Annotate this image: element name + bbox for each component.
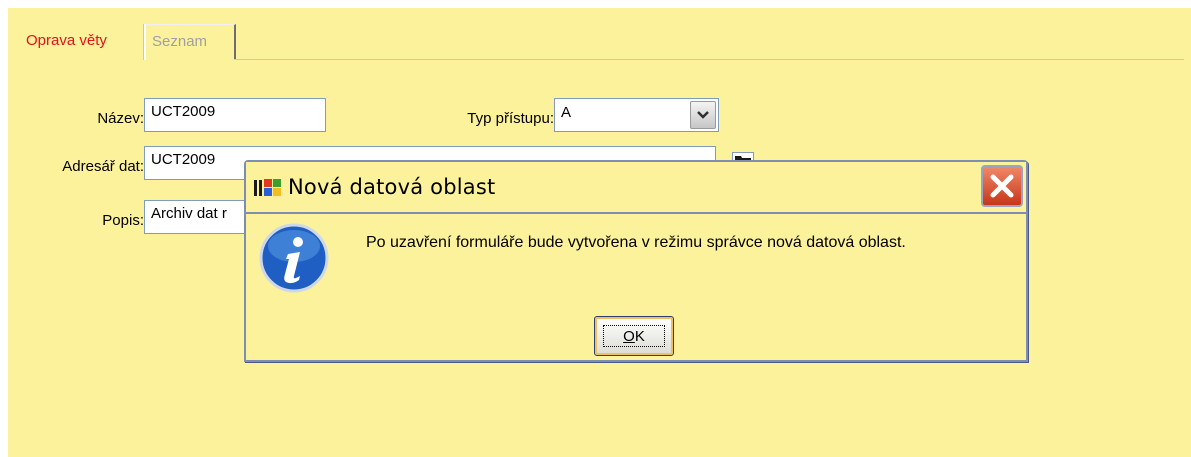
close-button[interactable] — [981, 165, 1023, 207]
info-dialog: Nová datová oblast Po uzavření formuláře… — [244, 160, 1028, 362]
tab-seznam[interactable]: Seznam — [144, 24, 236, 60]
tab-divider — [234, 59, 1184, 60]
ok-mnemonic: O — [623, 328, 635, 345]
data-dir-label: Adresář dat: — [62, 158, 144, 175]
chevron-down-icon[interactable] — [690, 101, 716, 129]
ok-button-label: OK — [603, 325, 665, 347]
ok-button[interactable]: OK — [594, 316, 674, 356]
windows-flag-icon — [254, 179, 281, 196]
ok-rest: K — [634, 328, 645, 345]
access-type-value: A — [561, 104, 572, 121]
description-label: Popis: — [102, 212, 144, 229]
dialog-title: Nová datová oblast — [288, 175, 496, 199]
name-label: Název: — [97, 110, 144, 127]
name-field[interactable]: UCT2009 — [144, 98, 326, 132]
info-icon — [259, 223, 329, 293]
dialog-message: Po uzavření formuláře bude vytvořena v r… — [366, 234, 906, 251]
access-type-label: Typ přístupu: — [467, 110, 554, 127]
tab-oprava-vety[interactable]: Oprava věty — [20, 24, 144, 60]
dialog-title-bar[interactable]: Nová datová oblast — [246, 162, 1026, 214]
close-icon — [990, 174, 1014, 198]
access-type-select[interactable]: A — [554, 98, 719, 132]
